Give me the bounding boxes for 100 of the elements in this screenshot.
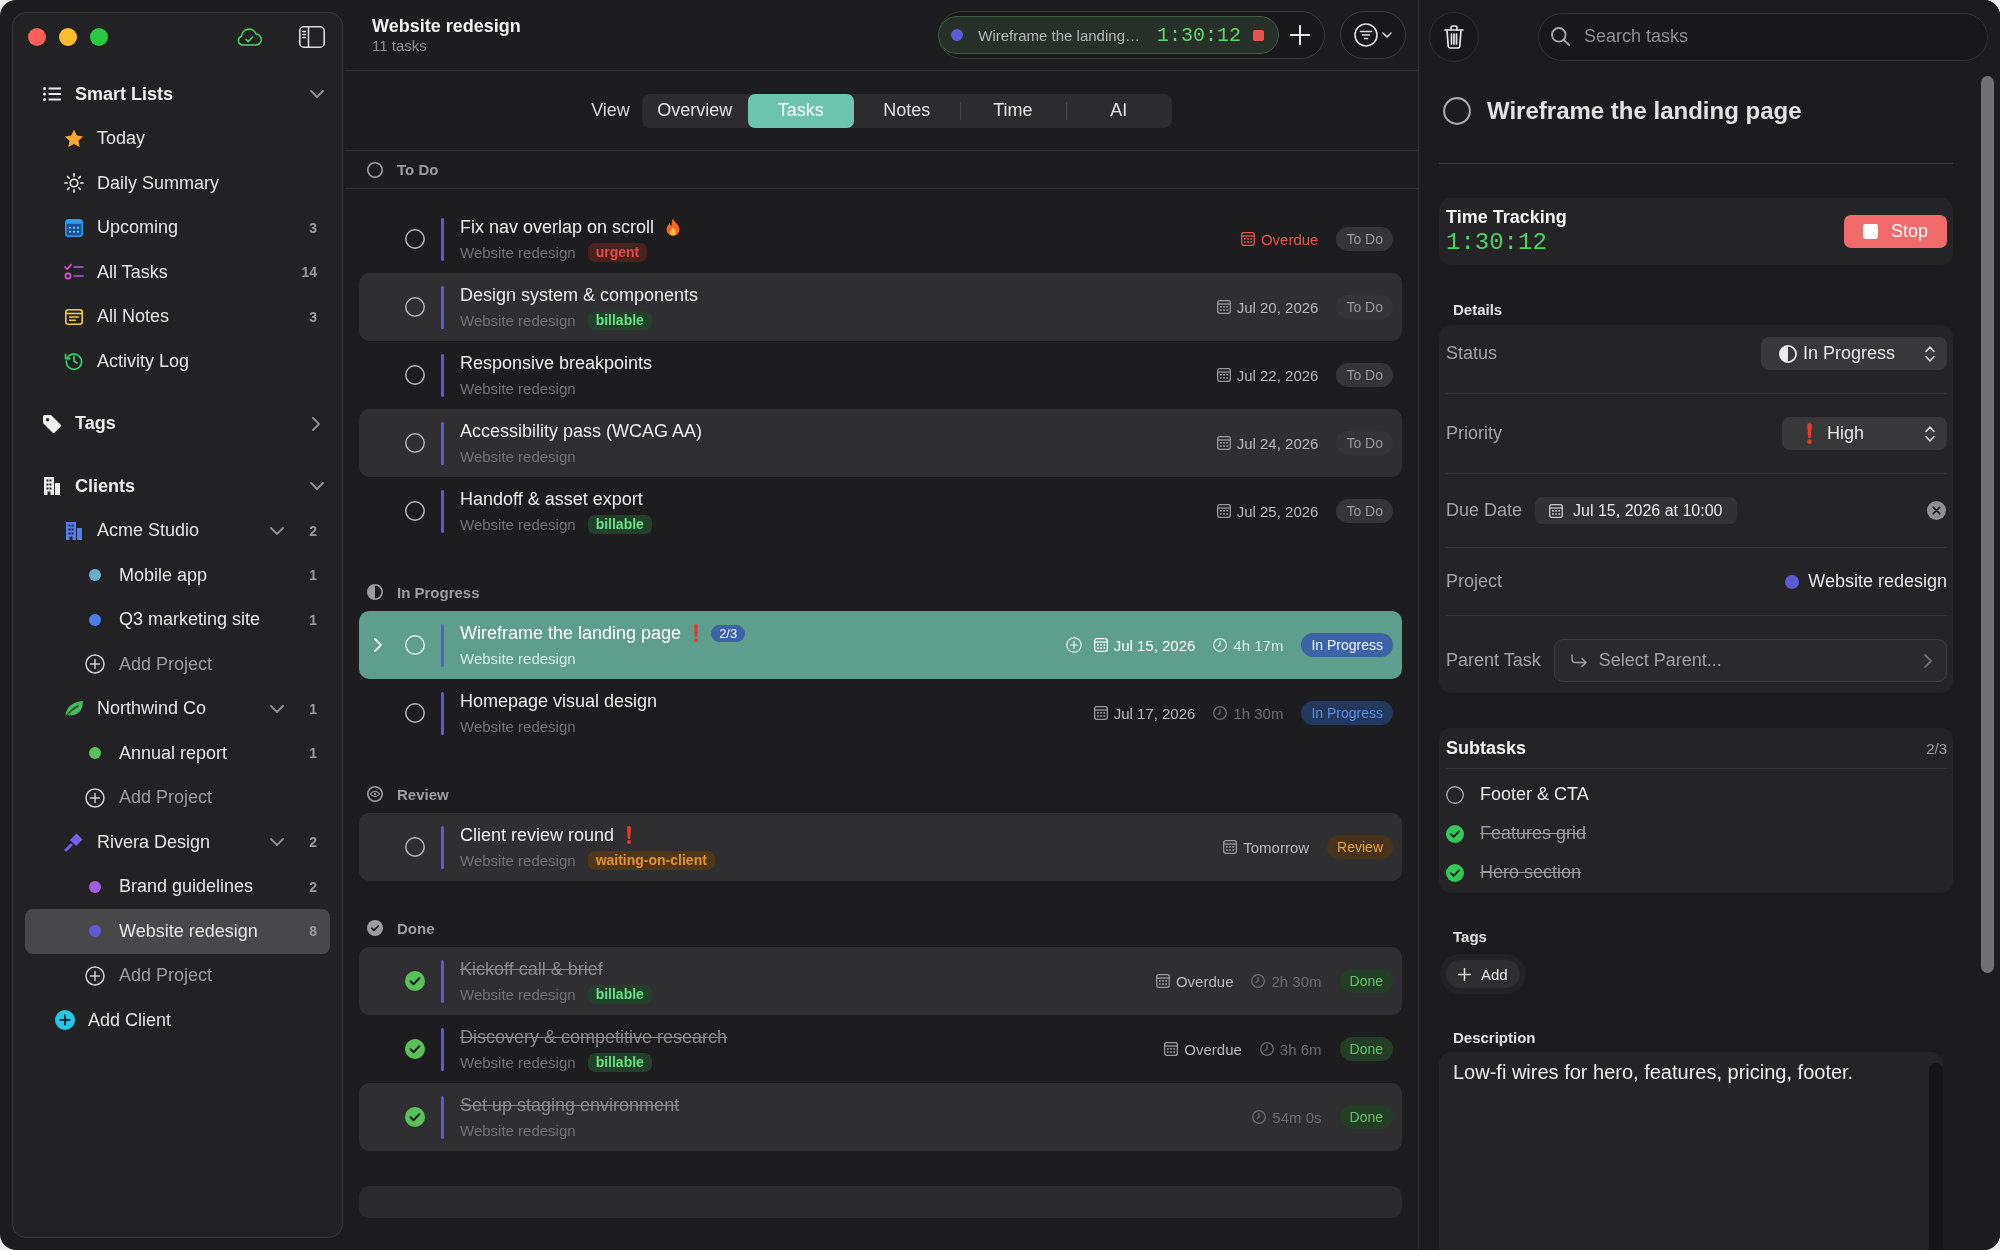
project-item[interactable]: Website redesign 8 — [25, 909, 330, 954]
description-field[interactable]: Low-fi wires for hero, features, pricing, footer. — [1439, 1052, 1943, 1250]
list-icon — [43, 87, 61, 102]
task-row[interactable]: Kickoff call & brief Website redesign billable Overdue 2h 30m Done — [359, 947, 1402, 1015]
group-title: To Do — [397, 161, 439, 178]
item-count: 3 — [308, 308, 317, 325]
chevron-down-icon[interactable] — [270, 838, 284, 847]
checkbox[interactable] — [1446, 824, 1464, 843]
active-timer[interactable]: Wireframe the landing… 1:30:12 — [938, 16, 1279, 54]
sidebar-item[interactable]: All Tasks 14 — [25, 250, 330, 295]
subtask-title: Footer & CTA — [1480, 784, 1589, 805]
view-tab[interactable]: Overview — [641, 93, 748, 128]
sidebar-item[interactable]: Daily Summary — [25, 161, 330, 206]
checkbox[interactable] — [1446, 785, 1464, 804]
checkbox[interactable] — [405, 1107, 425, 1127]
cloud-check-icon[interactable] — [236, 27, 263, 46]
task-row[interactable]: Client review round Website redesign waiting-on-client Tomorrow Review — [359, 813, 1402, 881]
client-item[interactable]: Rivera Design 2 — [25, 820, 330, 865]
section-header[interactable]: Smart Lists — [25, 72, 330, 117]
task-row[interactable]: Accessibility pass (WCAG AA) Website redesign Jul 24, 2026 To Do — [359, 409, 1402, 477]
scrollbar[interactable] — [1981, 76, 1994, 973]
stop-icon[interactable] — [1253, 29, 1264, 41]
item-count: 2 — [308, 522, 317, 539]
chevron-down-icon[interactable] — [310, 482, 324, 491]
task-row[interactable]: Discovery & competitive research Website redesign billable Overdue 3h 6m Done — [359, 1015, 1402, 1083]
delete-button[interactable] — [1429, 11, 1479, 62]
checkbox[interactable] — [405, 971, 425, 991]
checkbox[interactable] — [405, 837, 425, 857]
parent-task-select[interactable]: Select Parent... — [1553, 639, 1947, 682]
checkbox[interactable] — [405, 703, 425, 723]
clear-icon[interactable] — [1927, 501, 1946, 520]
close-button[interactable] — [28, 27, 46, 46]
add-client-button[interactable]: Add Client — [25, 998, 330, 1043]
checkbox[interactable] — [405, 229, 425, 249]
chevron-down-icon[interactable] — [270, 526, 284, 535]
subtask-count: 2/3 — [1926, 739, 1947, 757]
subtask-title: Hero section — [1480, 862, 1582, 883]
chevron-down-icon[interactable] — [270, 704, 284, 713]
section-header[interactable]: Tags — [25, 401, 330, 446]
calendar-icon — [1549, 503, 1564, 518]
arrow-icon — [1570, 653, 1587, 668]
field-label: Due Date — [1446, 500, 1523, 521]
sidebar-item[interactable]: All Notes 3 — [25, 294, 330, 339]
checkbox[interactable] — [405, 365, 425, 385]
up-down-chevron-icon — [1925, 425, 1935, 442]
add-project-button[interactable]: Add Project — [25, 953, 330, 998]
task-tag[interactable]: billable — [587, 984, 652, 1004]
task-row[interactable]: Fix nav overlap on scroll Website redesign urgent Overdue To Do — [359, 205, 1402, 273]
task-status: To Do — [1336, 295, 1393, 319]
task-row[interactable]: Handoff & asset export Website redesign billable Jul 25, 2026 To Do — [359, 477, 1402, 545]
chevron-right-icon[interactable] — [312, 416, 320, 431]
project-name: Website redesign — [460, 649, 576, 667]
project-color-bar — [441, 825, 444, 869]
task-row[interactable]: Set up staging environment Website redesign 54m 0s Done — [359, 1083, 1402, 1151]
priority-select[interactable]: High — [1782, 417, 1947, 450]
checkbox[interactable] — [1443, 97, 1471, 125]
plus-circle-icon[interactable] — [1065, 637, 1082, 653]
section-header[interactable]: Clients — [25, 464, 330, 509]
status-select[interactable]: In Progress — [1760, 337, 1947, 370]
project-item[interactable]: Annual report 1 — [25, 731, 330, 776]
task-row[interactable]: Design system & components Website redesign billable Jul 20, 2026 To Do — [359, 273, 1402, 341]
sidebar-item[interactable]: Today — [25, 116, 330, 161]
due-date: Overdue — [1184, 1040, 1242, 1058]
view-tab[interactable]: Notes — [853, 93, 960, 128]
client-item[interactable]: Northwind Co 1 — [25, 686, 330, 731]
checkbox[interactable] — [1446, 863, 1464, 882]
checkbox[interactable] — [405, 1039, 425, 1059]
chevron-down-icon[interactable] — [310, 90, 324, 99]
minimize-button[interactable] — [59, 27, 77, 46]
search-field[interactable]: Search tasks — [1538, 12, 1988, 61]
task-tag[interactable]: billable — [587, 514, 652, 534]
task-tag[interactable]: billable — [587, 310, 652, 330]
zoom-button[interactable] — [90, 27, 108, 46]
task-tag[interactable]: waiting-on-client — [587, 850, 715, 870]
project-name: Website redesign — [460, 717, 576, 735]
sidebar-item[interactable]: Upcoming 3 — [25, 205, 330, 250]
task-row[interactable]: Responsive breakpoints Website redesign Jul 22, 2026 To Do — [359, 341, 1402, 409]
add-project-button[interactable]: Add Project — [25, 775, 330, 820]
project-item[interactable]: Brand guidelines 2 — [25, 864, 330, 909]
time-spent: 54m 0s — [1272, 1108, 1322, 1126]
project-item[interactable]: Q3 marketing site 1 — [25, 597, 330, 642]
client-item[interactable]: Acme Studio 2 — [25, 508, 330, 553]
add-button[interactable] — [1290, 25, 1310, 45]
filter-button[interactable] — [1340, 11, 1406, 59]
project-color-bar — [441, 623, 444, 667]
checkbox[interactable] — [405, 297, 425, 317]
eye-icon — [367, 786, 383, 802]
add-project-button[interactable]: Add Project — [25, 642, 330, 687]
sidebar-toggle-icon[interactable] — [299, 25, 325, 48]
task-tag[interactable]: billable — [587, 1052, 652, 1072]
due-date: Jul 15, 2026 — [1113, 636, 1196, 654]
sidebar-item[interactable]: Activity Log — [25, 339, 330, 384]
checkbox[interactable] — [405, 501, 425, 521]
project-name: Website redesign — [460, 311, 576, 329]
checkbox[interactable] — [405, 433, 425, 453]
half-circle-icon — [1778, 344, 1797, 363]
project-item[interactable]: Mobile app 1 — [25, 553, 330, 598]
task-row[interactable]: Wireframe the landing page 2/3 Website redesign Jul 15, 2026 4h 17m In Progress — [359, 611, 1402, 679]
task-row[interactable]: Homepage visual design Website redesign Jul 17, 2026 1h 30m In Progress — [359, 679, 1402, 747]
date-picker[interactable]: Jul 15, 2026 at 10:00 — [1535, 497, 1737, 524]
